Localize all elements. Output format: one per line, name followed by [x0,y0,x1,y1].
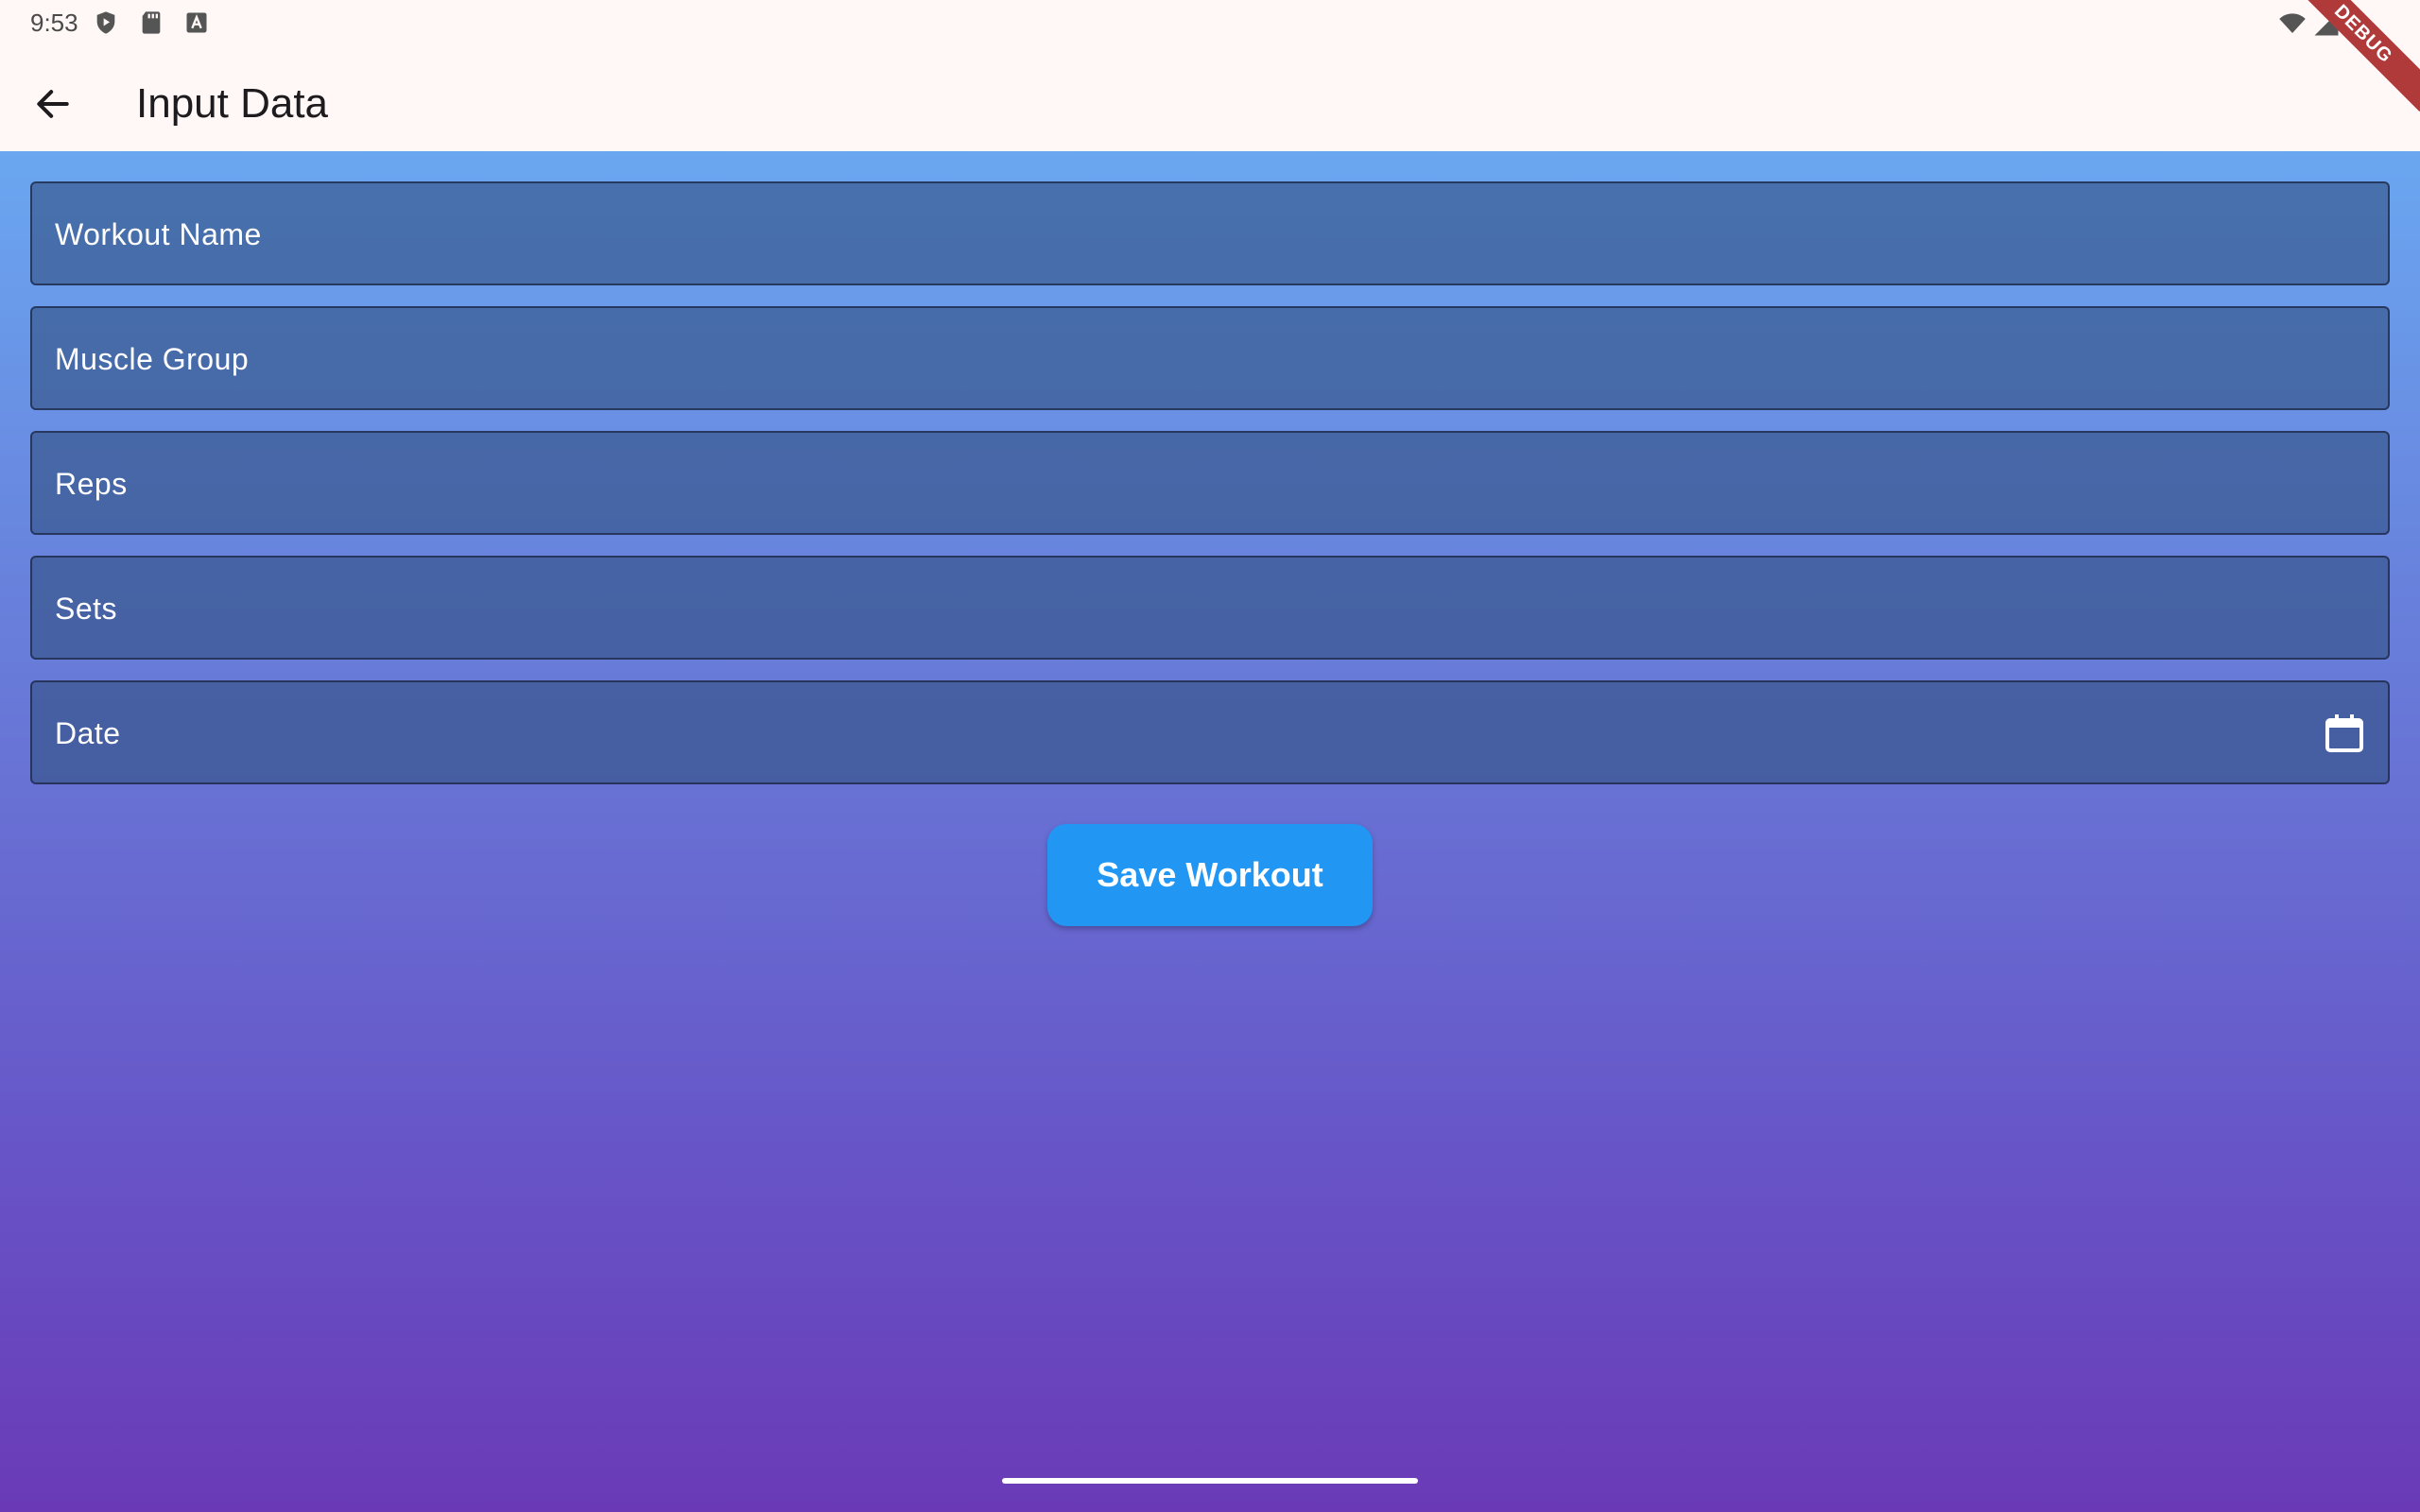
top-bar: 9:53 DEBUG Input Data [0,0,2420,151]
screen: 9:53 DEBUG Input Data Workout Name Muscl… [0,0,2420,1512]
workout-form: Workout Name Muscle Group Reps Sets Date [30,181,2390,805]
arrow-back-icon [37,90,69,118]
muscle-group-label: Muscle Group [55,342,250,376]
back-button[interactable] [23,74,83,134]
page-title: Input Data [136,80,329,127]
calendar-icon[interactable] [2322,711,2367,756]
save-workout-button[interactable]: Save Workout [1047,824,1373,926]
date-label: Date [55,716,121,750]
reps-field[interactable]: Reps [30,431,2390,535]
workout-name-field[interactable]: Workout Name [30,181,2390,285]
reps-label: Reps [55,467,128,501]
status-bar: 9:53 DEBUG [0,0,2420,112]
date-field[interactable]: Date [30,680,2390,784]
sets-field[interactable]: Sets [30,556,2390,660]
wifi-icon [2279,13,2306,33]
app-bar: Input Data [0,45,2420,151]
shield-play-icon [96,11,115,34]
muscle-group-field[interactable]: Muscle Group [30,306,2390,410]
keyboard-a-icon [186,12,207,33]
sets-label: Sets [55,592,118,626]
status-time: 9:53 [30,9,78,37]
sd-card-icon [142,11,161,34]
workout-name-label: Workout Name [55,217,262,251]
home-indicator[interactable] [1002,1478,1418,1484]
